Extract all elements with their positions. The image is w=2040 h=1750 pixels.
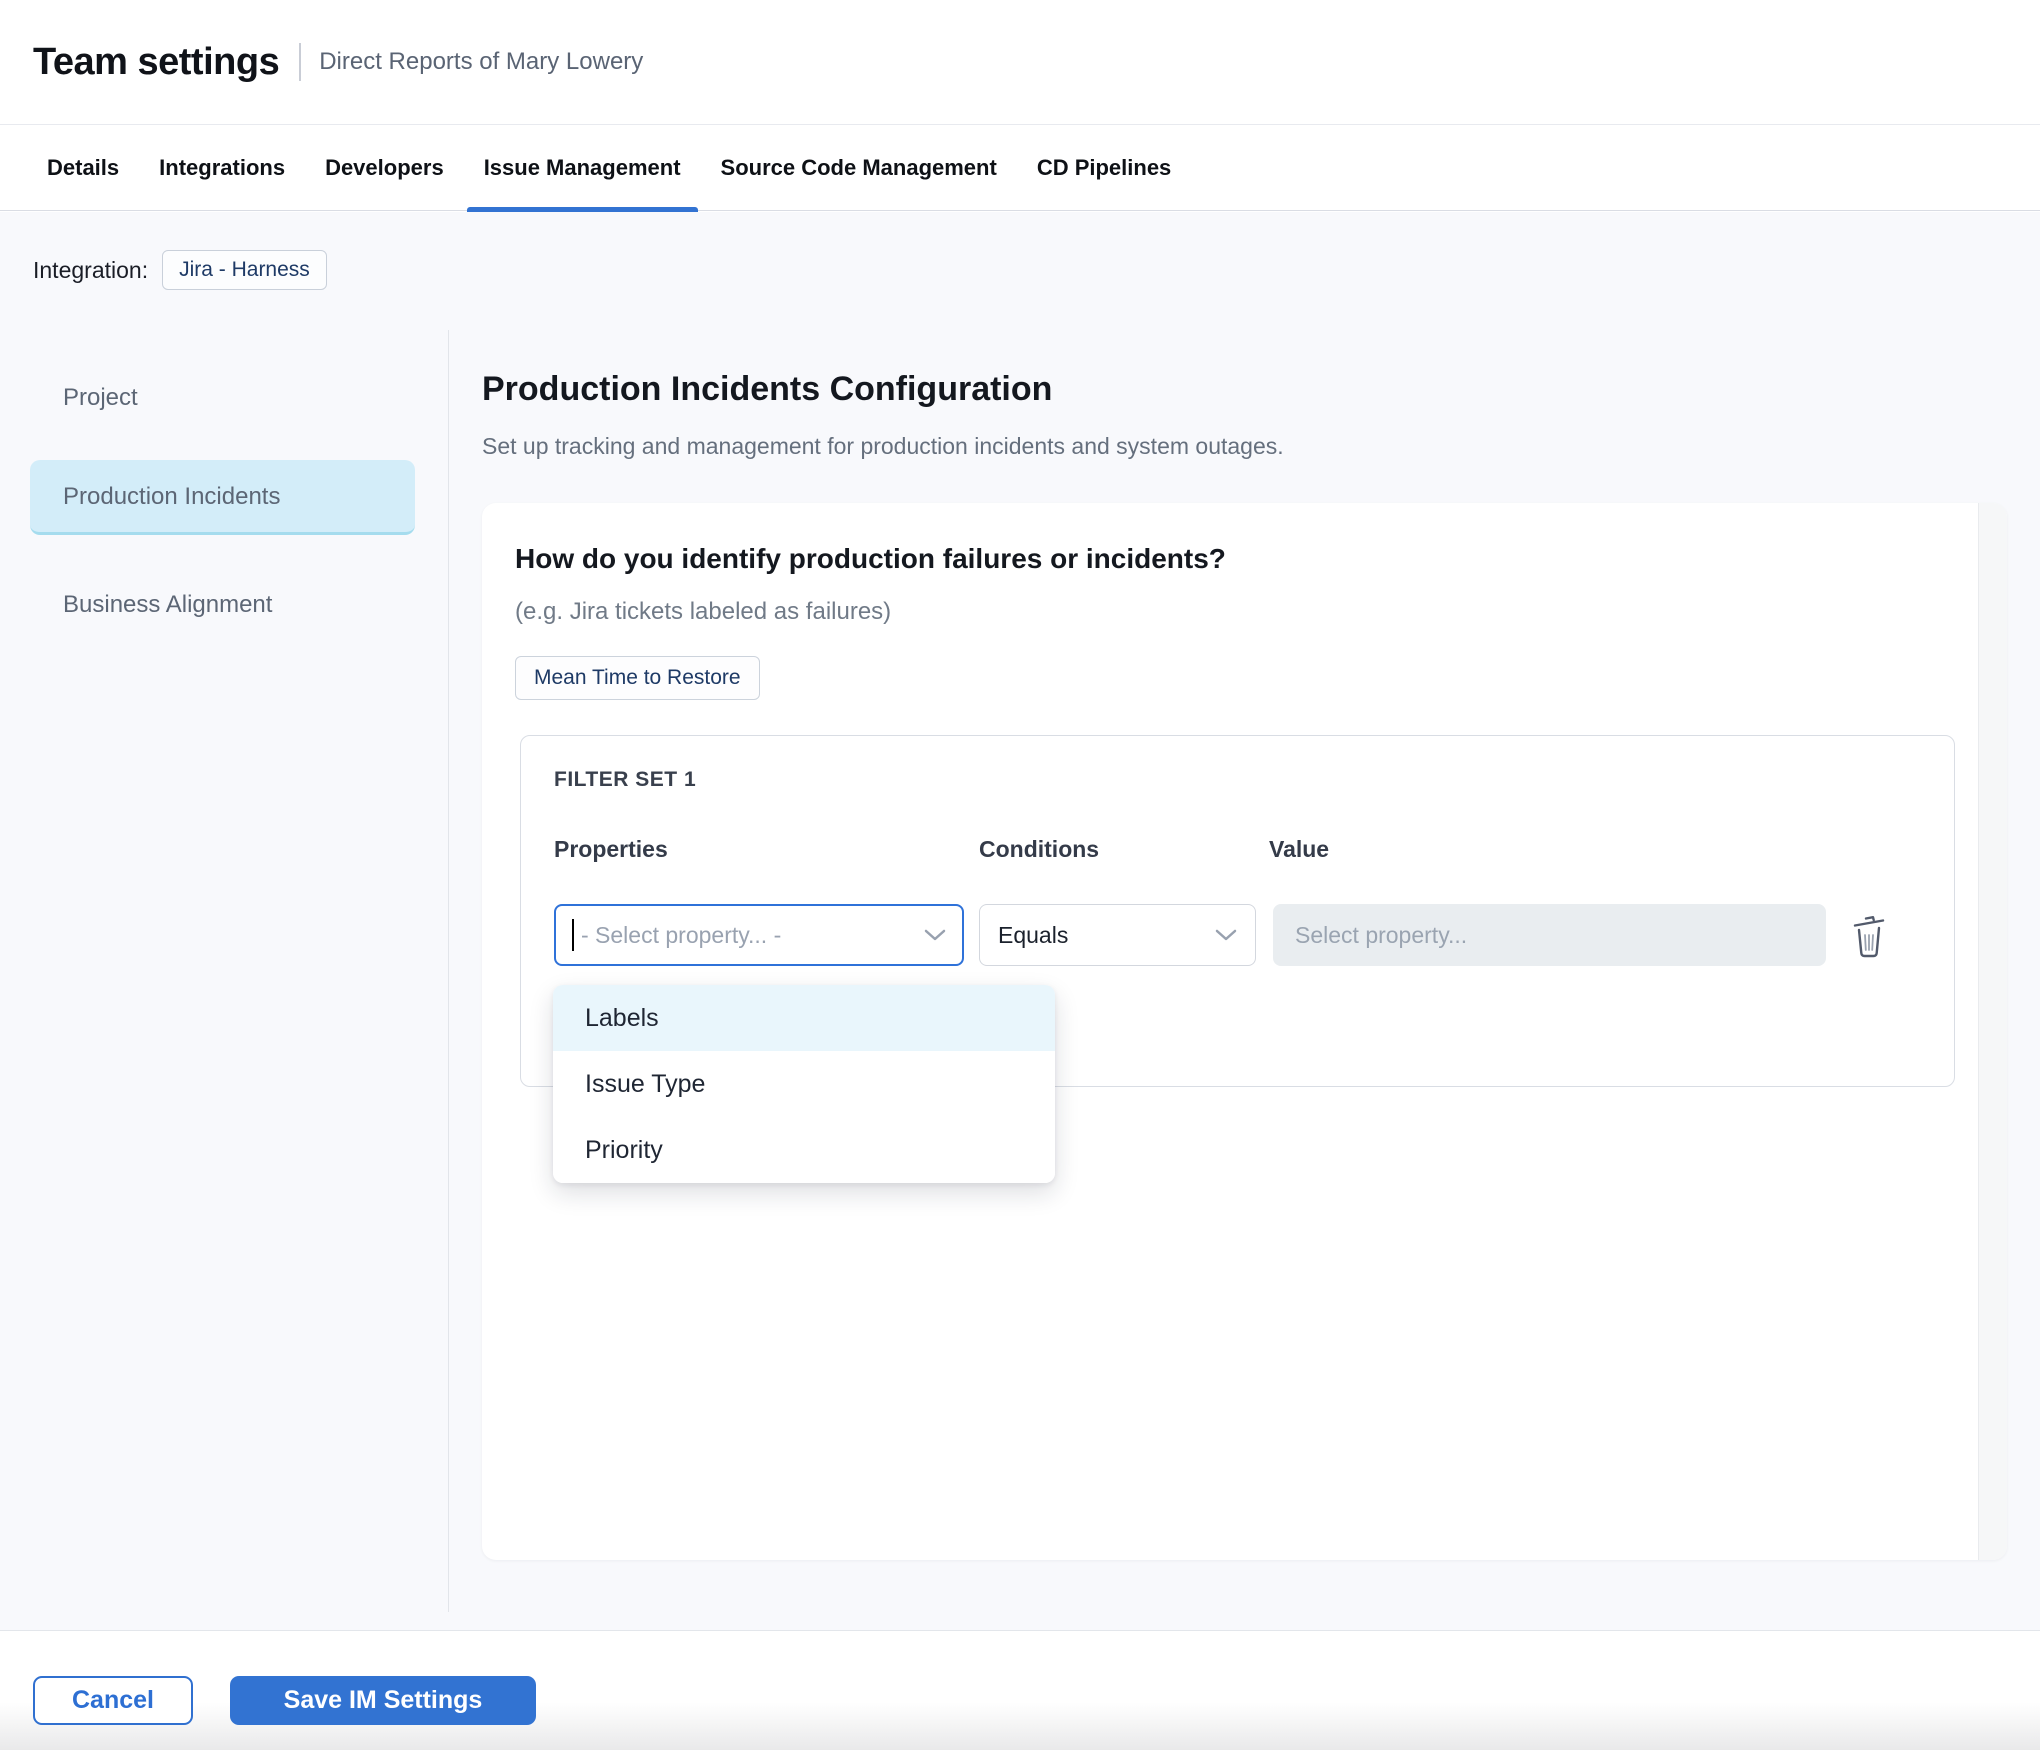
- section-title: Production Incidents Configuration: [482, 370, 1052, 409]
- footer-bar: Cancel Save IM Settings: [0, 1630, 2040, 1750]
- sidebar-item-project[interactable]: Project: [30, 368, 415, 428]
- dropdown-option-labels[interactable]: Labels: [553, 985, 1055, 1051]
- mean-time-to-restore-chip[interactable]: Mean Time to Restore: [515, 656, 760, 700]
- integration-label: Integration:: [33, 257, 148, 284]
- tab-developers-label: Developers: [325, 155, 444, 181]
- main-panel: Production Incidents Configuration Set u…: [482, 212, 2007, 1630]
- tab-source-code-management-label: Source Code Management: [721, 155, 997, 181]
- sidebar-item-business-alignment[interactable]: Business Alignment: [30, 575, 415, 635]
- value-column-label: Value: [1269, 836, 1329, 863]
- save-im-settings-button[interactable]: Save IM Settings: [230, 1676, 536, 1725]
- tab-cd-pipelines-label: CD Pipelines: [1037, 155, 1171, 181]
- sidebar-item-production-incidents[interactable]: Production Incidents: [30, 460, 415, 535]
- tab-issue-management[interactable]: Issue Management: [467, 126, 698, 211]
- tab-developers[interactable]: Developers: [308, 126, 461, 211]
- chevron-down-icon: [924, 928, 946, 942]
- text-cursor: [572, 919, 574, 951]
- tab-integrations[interactable]: Integrations: [142, 126, 302, 211]
- tab-integrations-label: Integrations: [159, 155, 285, 181]
- condition-select[interactable]: Equals: [979, 904, 1256, 966]
- content-area: Integration: Jira - Harness Project Prod…: [0, 212, 2040, 1630]
- condition-select-value: Equals: [998, 922, 1068, 949]
- tab-source-code-management[interactable]: Source Code Management: [704, 126, 1014, 211]
- tab-details[interactable]: Details: [30, 126, 136, 211]
- question-hint: (e.g. Jira tickets labeled as failures): [515, 598, 891, 626]
- integration-row: Integration: Jira - Harness: [33, 250, 327, 290]
- scrollbar-track[interactable]: [1978, 503, 2007, 1560]
- sidebar-divider: [448, 330, 449, 1612]
- dropdown-option-priority[interactable]: Priority: [553, 1117, 1055, 1183]
- tab-issue-management-label: Issue Management: [484, 155, 681, 181]
- trash-icon: [1848, 912, 1890, 960]
- property-dropdown: Labels Issue Type Priority: [553, 985, 1055, 1183]
- question-heading: How do you identify production failures …: [515, 543, 1226, 575]
- tab-details-label: Details: [47, 155, 119, 181]
- property-select[interactable]: - Select property... -: [554, 904, 964, 966]
- property-select-placeholder: - Select property... -: [581, 922, 781, 949]
- delete-filter-button[interactable]: [1843, 908, 1895, 964]
- active-tab-underline: [467, 207, 698, 212]
- incidents-config-card: How do you identify production failures …: [482, 503, 2007, 1560]
- cancel-button[interactable]: Cancel: [33, 1676, 193, 1725]
- section-subtitle: Set up tracking and management for produ…: [482, 433, 1284, 460]
- team-settings-page: Team settings Direct Reports of Mary Low…: [0, 0, 2040, 1750]
- page-header: Team settings Direct Reports of Mary Low…: [0, 0, 2040, 125]
- conditions-column-label: Conditions: [979, 836, 1099, 863]
- tab-cd-pipelines[interactable]: CD Pipelines: [1020, 126, 1188, 211]
- title-divider: [299, 43, 301, 81]
- value-input[interactable]: [1273, 904, 1826, 966]
- chevron-down-icon: [1215, 928, 1237, 942]
- dropdown-option-issue-type[interactable]: Issue Type: [553, 1051, 1055, 1117]
- tab-bar: Details Integrations Developers Issue Ma…: [0, 126, 2040, 211]
- page-subtitle: Direct Reports of Mary Lowery: [319, 48, 643, 76]
- integration-chip[interactable]: Jira - Harness: [162, 250, 327, 290]
- filter-set-title: FILTER SET 1: [554, 768, 696, 792]
- settings-sidebar: Project Production Incidents Business Al…: [30, 368, 415, 675]
- properties-column-label: Properties: [554, 836, 668, 863]
- page-title: Team settings: [33, 41, 279, 84]
